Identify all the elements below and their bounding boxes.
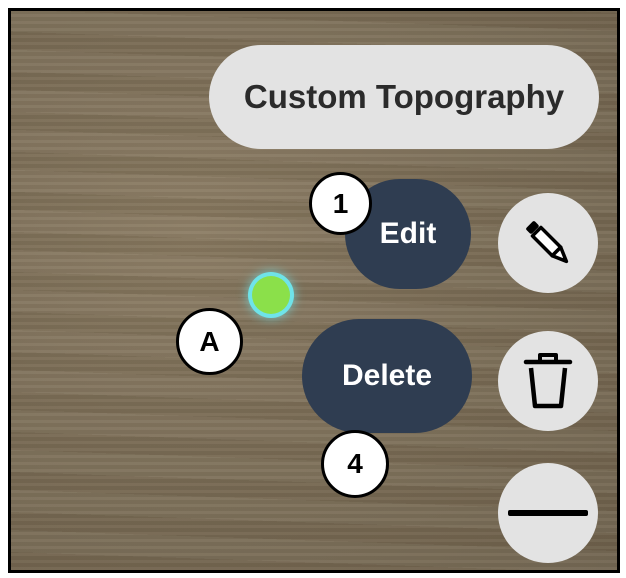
delete-button[interactable]: Delete xyxy=(302,319,472,433)
callout-marker-4: 4 xyxy=(321,430,389,498)
edit-fab[interactable] xyxy=(498,193,598,293)
pencil-icon xyxy=(526,221,569,264)
custom-topography-label: Custom Topography xyxy=(243,78,565,115)
callout-marker-4-label: 4 xyxy=(347,448,363,479)
map-view[interactable]: Custom Topography Edit Delete 1 A 4 xyxy=(8,8,620,573)
callout-marker-a: A xyxy=(176,308,243,375)
minus-icon xyxy=(508,510,588,516)
delete-button-label: Delete xyxy=(341,359,433,392)
custom-topography-button[interactable]: Custom Topography xyxy=(209,45,599,149)
delete-fab[interactable] xyxy=(498,331,598,431)
callout-marker-1: 1 xyxy=(309,172,372,235)
edit-button-label: Edit xyxy=(379,217,437,250)
callout-marker-1-label: 1 xyxy=(332,187,349,219)
trash-icon xyxy=(523,353,573,409)
collapse-fab[interactable] xyxy=(498,463,598,563)
map-point-marker[interactable] xyxy=(252,276,290,314)
callout-marker-a-label: A xyxy=(199,325,220,357)
